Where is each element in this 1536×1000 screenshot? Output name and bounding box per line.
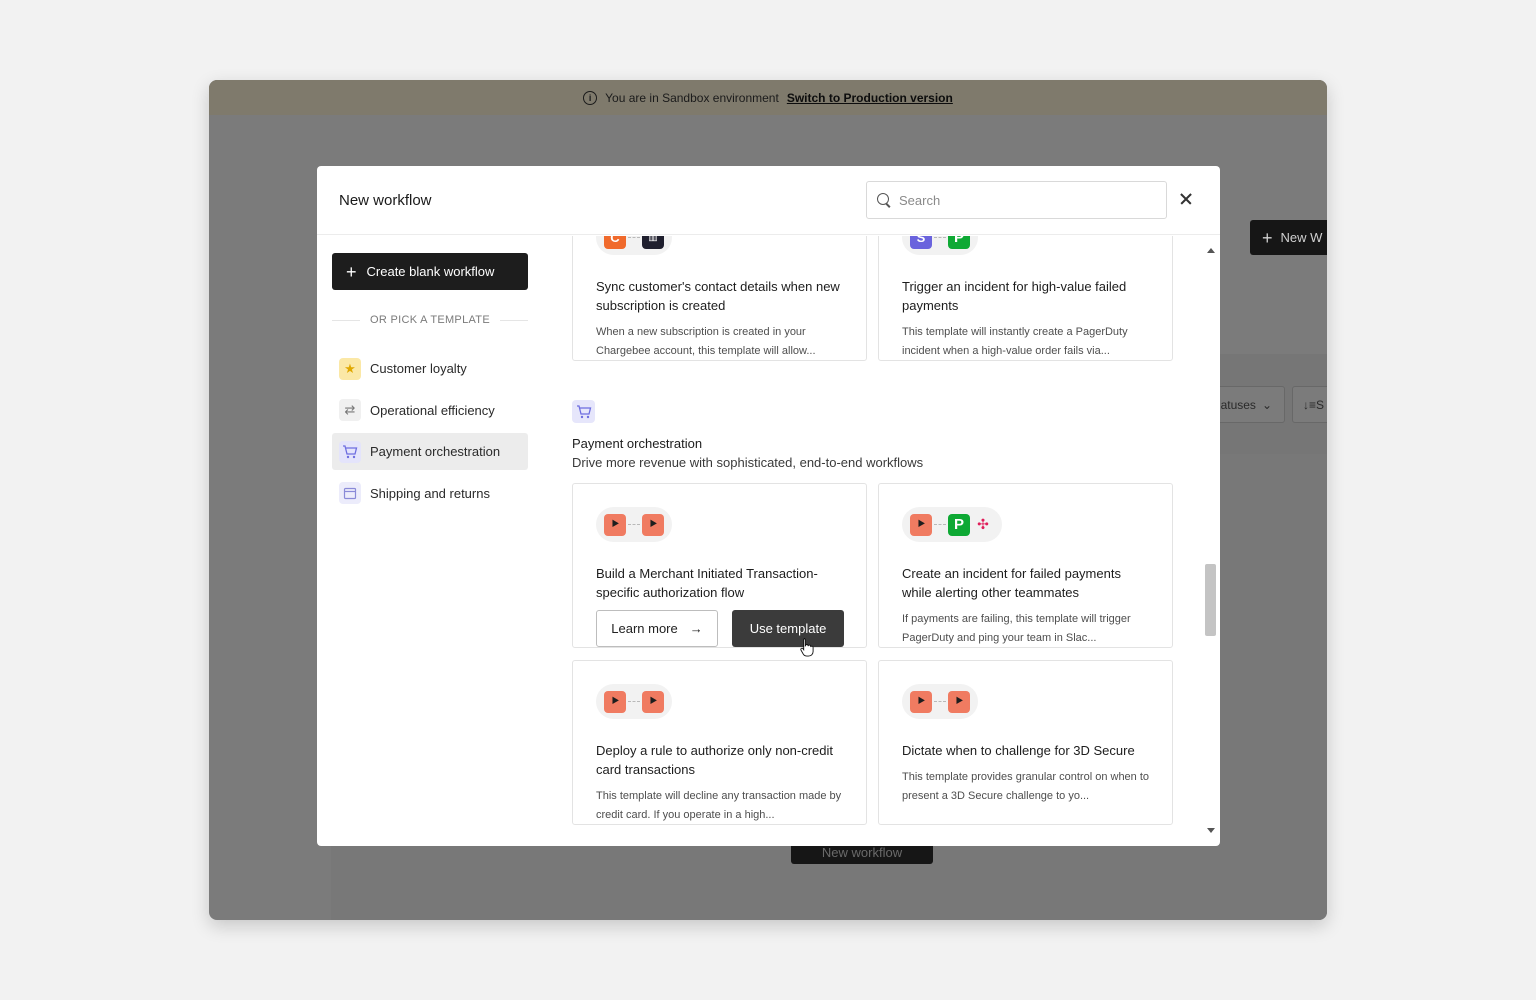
hand-cursor-icon — [800, 638, 814, 657]
scroll-thumb[interactable] — [1205, 564, 1216, 636]
card-title: Deploy a rule to authorize only non-cred… — [596, 743, 834, 777]
route-logo-icon: ⯈ — [910, 690, 932, 713]
card-description: This template provides granular control … — [902, 771, 1150, 802]
learn-more-button[interactable]: Learn more → — [596, 610, 718, 647]
template-divider: OR PICK A TEMPLATE — [332, 314, 529, 326]
route-logo-icon: ⯈ — [604, 690, 626, 713]
card-title: Create an incident for failed payments w… — [902, 566, 1121, 600]
template-card-failed-payments-incident[interactable]: ⯈ P ✣ Create an incident for failed paym… — [878, 483, 1173, 648]
card-integration-icons: ⯈ ⯈ — [902, 684, 978, 719]
scroll-down-arrow-icon[interactable] — [1207, 828, 1215, 833]
card-integration-icons: ⯈ P ✣ — [902, 507, 1002, 542]
card-title: Dictate when to challenge for 3D Secure — [902, 743, 1135, 758]
card-integration-icons: ⯈ ⯈ — [596, 507, 672, 542]
new-workflow-modal: New workflow + Create blank workflow OR … — [317, 166, 1220, 846]
intercom-logo-icon: ▥ — [642, 236, 664, 249]
template-card-non-credit-card[interactable]: ⯈ ⯈ Deploy a rule to authorize only non-… — [572, 660, 867, 825]
template-sidebar: + Create blank workflow OR PICK A TEMPLA… — [332, 253, 529, 516]
section-subtitle: Drive more revenue with sophisticated, e… — [572, 455, 924, 470]
route-logo-icon: ⯈ — [642, 690, 664, 713]
template-content: C ▥ Sync customer's contact details when… — [558, 236, 1188, 846]
route-logo-icon: ⯈ — [910, 513, 932, 536]
card-description: This template will decline any transacti… — [596, 790, 842, 821]
route-logo-icon: ⯈ — [642, 513, 664, 536]
info-icon: i — [583, 90, 598, 105]
pagerduty-logo-icon: P — [948, 236, 970, 249]
close-icon[interactable] — [1178, 191, 1194, 207]
star-icon: ★ — [339, 357, 361, 380]
cycle-icon: ⇄ — [339, 399, 361, 421]
banner-text: You are in Sandbox environment — [605, 90, 779, 105]
modal-header: New workflow — [317, 166, 1220, 235]
plus-icon: + — [346, 261, 357, 282]
card-integration-icons: ⯈ ⯈ — [596, 684, 672, 719]
card-description: If payments are failing, this template w… — [902, 613, 1131, 644]
pagerduty-logo-icon: P — [948, 513, 970, 536]
use-template-button[interactable]: Use template — [732, 610, 844, 647]
modal-title: New workflow — [339, 191, 432, 209]
template-card-3d-secure[interactable]: ⯈ ⯈ Dictate when to challenge for 3D Sec… — [878, 660, 1173, 825]
card-title: Sync customer's contact details when new… — [596, 279, 840, 313]
background-new-workflow-button: + New W — [1250, 220, 1327, 255]
search-icon — [877, 193, 891, 207]
plus-icon: + — [1262, 227, 1273, 248]
route-logo-icon: ⯈ — [948, 690, 970, 713]
box-icon — [339, 482, 361, 504]
chevron-down-icon: ⌄ — [1261, 397, 1272, 412]
card-title: Trigger an incident for high-value faile… — [902, 279, 1127, 313]
arrow-right-icon: → — [689, 621, 703, 636]
template-card-high-value-incident[interactable]: S P Trigger an incident for high-value f… — [878, 236, 1173, 361]
sidebar-item-operational-efficiency[interactable]: ⇄ Operational efficiency — [332, 392, 528, 429]
slack-logo-icon: ✣ — [977, 516, 989, 532]
card-title: Build a Merchant Initiated Transaction-s… — [596, 566, 818, 600]
card-integration-icons: C ▥ — [596, 236, 672, 255]
search-box[interactable] — [866, 181, 1167, 219]
content-scrollbar[interactable] — [1203, 242, 1217, 840]
background-sort-button: ↓≡ S — [1292, 386, 1327, 423]
stripe-logo-icon: S — [910, 236, 932, 249]
section-title: Payment orchestration — [572, 436, 703, 451]
route-logo-icon: ⯈ — [604, 513, 626, 536]
sidebar-item-customer-loyalty[interactable]: ★ Customer loyalty — [332, 350, 528, 387]
create-blank-workflow-button[interactable]: + Create blank workflow — [332, 253, 528, 290]
category-list: ★ Customer loyalty ⇄ Operational efficie… — [332, 350, 528, 512]
card-description: This template will instantly create a Pa… — [902, 326, 1128, 357]
chargebee-logo-icon: C — [604, 236, 626, 249]
card-integration-icons: S P — [902, 236, 978, 255]
cart-icon — [572, 400, 595, 423]
scroll-up-arrow-icon[interactable] — [1207, 248, 1215, 253]
sidebar-item-payment-orchestration[interactable]: Payment orchestration — [332, 433, 528, 470]
template-card-sync-contact[interactable]: C ▥ Sync customer's contact details when… — [572, 236, 867, 361]
search-input[interactable] — [899, 192, 1139, 208]
sidebar-item-shipping-and-returns[interactable]: Shipping and returns — [332, 475, 528, 512]
card-description: When a new subscription is created in yo… — [596, 326, 816, 357]
cart-icon — [339, 440, 361, 463]
sort-icon: ↓≡ — [1303, 397, 1317, 412]
template-card-merchant-initiated[interactable]: ⯈ ⯈ Build a Merchant Initiated Transacti… — [572, 483, 867, 648]
switch-production-link[interactable]: Switch to Production version — [787, 91, 953, 105]
sandbox-banner: i You are in Sandbox environment Switch … — [209, 80, 1327, 115]
